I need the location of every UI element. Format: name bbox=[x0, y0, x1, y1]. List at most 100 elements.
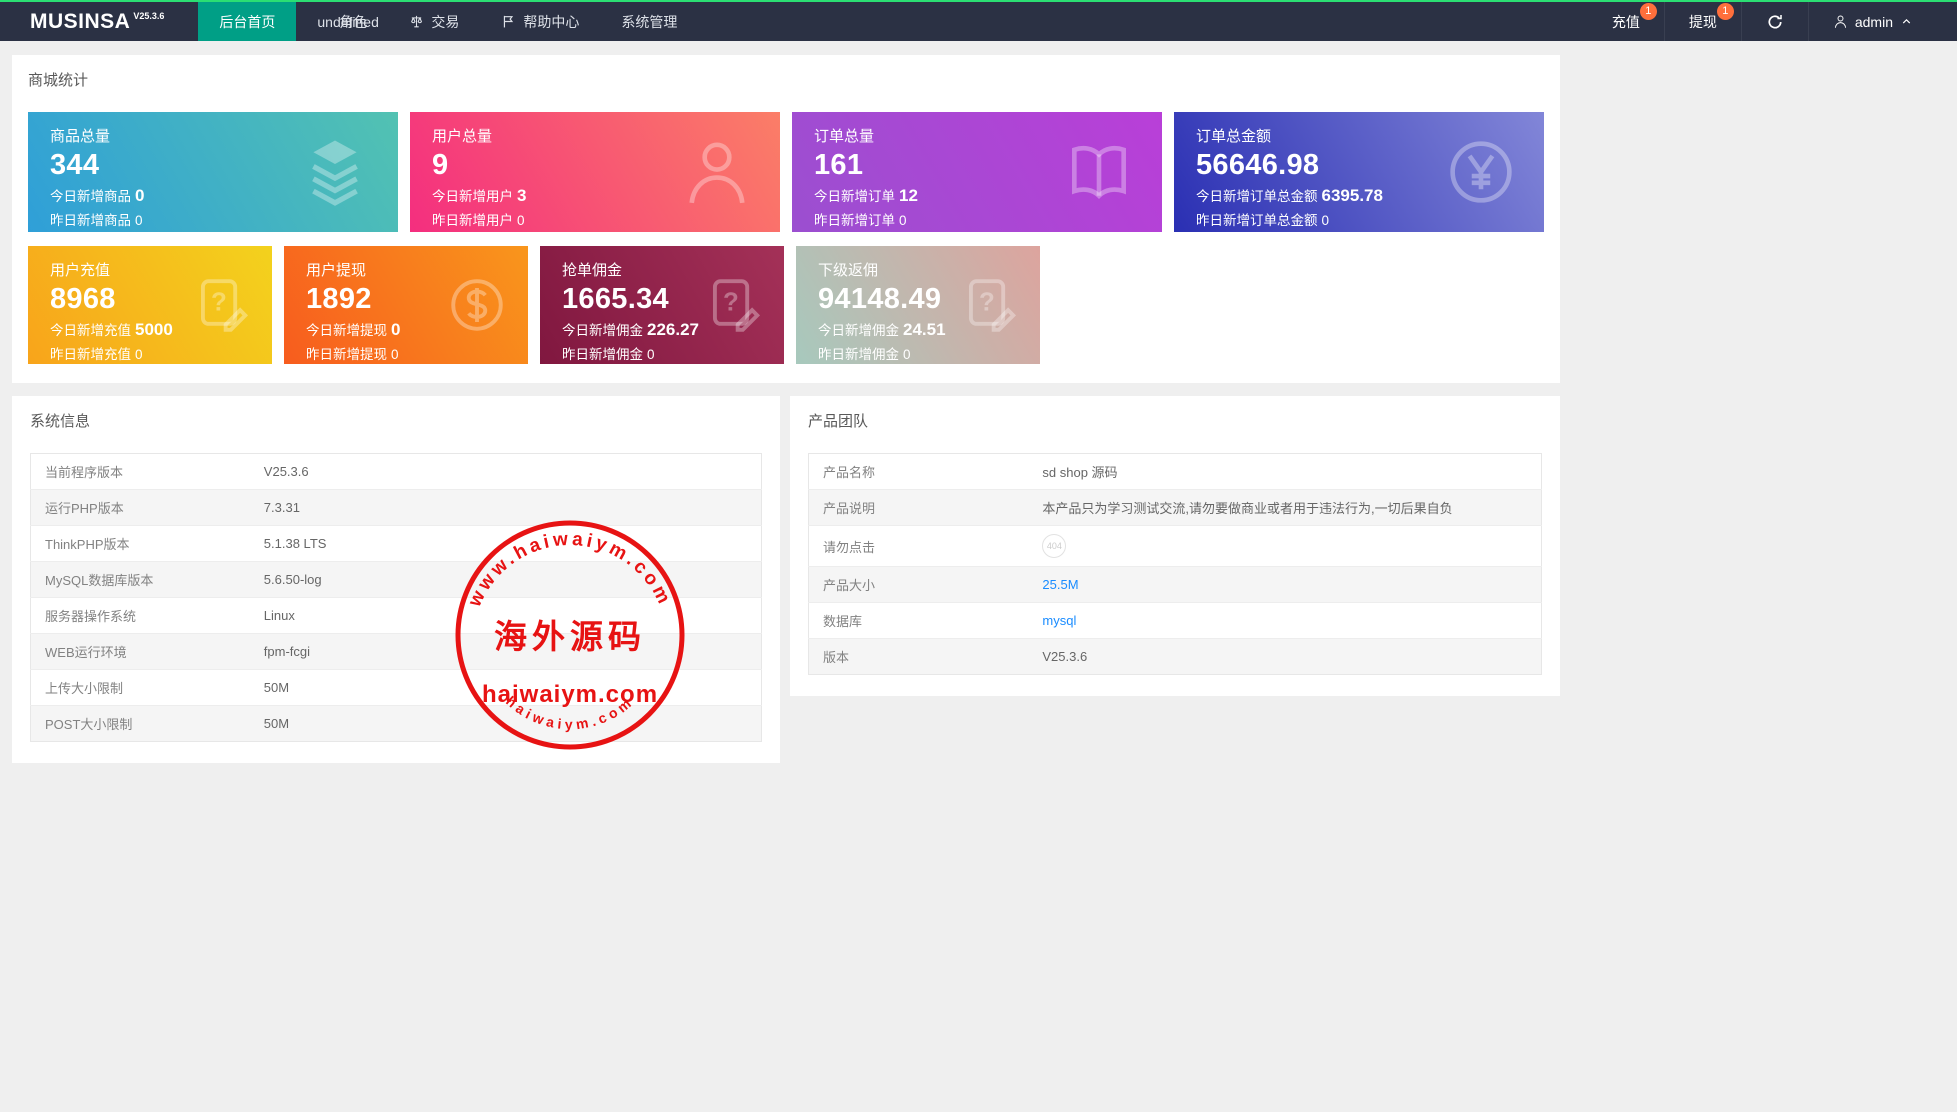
nav-action-1[interactable]: 提现1 bbox=[1664, 2, 1741, 41]
nav-action-label: 充值 bbox=[1612, 12, 1640, 32]
system-info-label: POST大小限制 bbox=[31, 706, 250, 742]
system-info-value: 50M bbox=[250, 706, 762, 742]
flag-icon bbox=[501, 14, 516, 29]
system-info-label: 运行PHP版本 bbox=[31, 490, 250, 526]
system-info-row-2: ThinkPHP版本5.1.38 LTS bbox=[31, 526, 762, 562]
system-info-row-0: 当前程序版本V25.3.6 bbox=[31, 454, 762, 490]
product-team-label: 数据库 bbox=[809, 603, 1029, 639]
system-info-value: 5.1.38 LTS bbox=[250, 526, 762, 562]
product-team-row-3: 产品大小 25.5M bbox=[809, 567, 1542, 603]
system-info-row-7: POST大小限制50M bbox=[31, 706, 762, 742]
system-info-value: 50M bbox=[250, 670, 762, 706]
stat-yesterday-label: 昨日新增订单总金额 bbox=[1196, 213, 1318, 228]
product-team-table: 产品名称sd shop 源码产品说明本产品只为学习测试交流,请勿要做商业或者用于… bbox=[808, 453, 1542, 675]
scales-icon bbox=[409, 14, 424, 29]
stat-card-sub-rebate: 下级返佣94148.49今日新增佣金24.51昨日新增佣金0? bbox=[796, 246, 1040, 364]
nav-right: 充值1提现1 admin bbox=[1588, 2, 1957, 41]
stat-today-label: 今日新增充值 bbox=[50, 323, 131, 338]
stat-today-label: 今日新增订单总金额 bbox=[1196, 189, 1318, 204]
stat-yesterday-line: 昨日新增商品 0 bbox=[50, 209, 398, 229]
refresh-icon bbox=[1766, 13, 1784, 31]
brand-logo[interactable]: MUSINSA V25.3.6 bbox=[0, 2, 198, 41]
product-team-value: 本产品只为学习测试交流,请勿要做商业或者用于违法行为,一切后果自负 bbox=[1028, 490, 1541, 526]
stat-yesterday-value: 0 bbox=[1322, 213, 1330, 228]
stat-yesterday-value: 0 bbox=[135, 213, 143, 228]
stat-today-label: 今日新增提现 bbox=[306, 323, 387, 338]
yen-icon bbox=[1444, 135, 1518, 209]
system-info-row-5: WEB运行环境fpm-fcgi bbox=[31, 634, 762, 670]
book-icon bbox=[1062, 135, 1136, 209]
stat-yesterday-value: 0 bbox=[647, 347, 655, 362]
stat-today-label: 今日新增佣金 bbox=[818, 323, 899, 338]
nav-action-0[interactable]: 充值1 bbox=[1588, 2, 1664, 41]
svg-text:?: ? bbox=[979, 289, 995, 317]
nav-item-4[interactable]: 系统管理 bbox=[600, 2, 698, 41]
stats-cards-row-2: 用户充值8968今日新增充值5000昨日新增充值0?用户提现1892今日新增提现… bbox=[28, 246, 1544, 364]
stat-card-order-total: 订单总量161今日新增订单12昨日新增订单0 bbox=[792, 112, 1162, 232]
stat-yesterday-label: 昨日新增商品 bbox=[50, 213, 131, 228]
stat-yesterday-label: 昨日新增订单 bbox=[814, 213, 895, 228]
stat-card-goods-total: 商品总量344今日新增商品0昨日新增商品0 bbox=[28, 112, 398, 232]
system-info-value: 7.3.31 bbox=[250, 490, 762, 526]
stat-today-value: 3 bbox=[517, 186, 526, 205]
notification-badge: 1 bbox=[1717, 3, 1734, 20]
system-info-label: 当前程序版本 bbox=[31, 454, 250, 490]
nav-action-label: 提现 bbox=[1689, 12, 1717, 32]
user-icon bbox=[1833, 14, 1848, 29]
stat-today-value: 5000 bbox=[135, 320, 173, 339]
product-team-row-0: 产品名称sd shop 源码 bbox=[809, 454, 1542, 490]
person-icon bbox=[680, 135, 754, 209]
nav-item-1[interactable]: undefined角色 bbox=[296, 2, 388, 41]
brand-version: V25.3.6 bbox=[133, 11, 164, 21]
stat-today-value: 226.27 bbox=[647, 320, 699, 339]
stat-yesterday-line: 昨日新增充值0 bbox=[50, 343, 272, 363]
navbar: MUSINSA V25.3.6 后台首页undefined角色交易 帮助中心 系统管… bbox=[0, 0, 1957, 41]
stat-today-value: 12 bbox=[899, 186, 918, 205]
stat-card-user-recharge: 用户充值8968今日新增充值5000昨日新增充值0? bbox=[28, 246, 272, 364]
system-info-label: 上传大小限制 bbox=[31, 670, 250, 706]
system-info-value: Linux bbox=[250, 598, 762, 634]
refresh-button[interactable] bbox=[1741, 2, 1808, 41]
stat-today-label: 今日新增用户 bbox=[432, 189, 513, 204]
user-menu[interactable]: admin bbox=[1808, 2, 1937, 41]
product-team-value-link[interactable]: 25.5M bbox=[1042, 577, 1078, 592]
system-info-label: WEB运行环境 bbox=[31, 634, 250, 670]
stat-today-label: 今日新增商品 bbox=[50, 189, 131, 204]
stat-today-value: 0 bbox=[135, 186, 144, 205]
system-info-label: ThinkPHP版本 bbox=[31, 526, 250, 562]
product-team-value: sd shop 源码 bbox=[1028, 454, 1541, 490]
stat-yesterday-label: 昨日新增佣金 bbox=[562, 347, 643, 362]
system-info-label: 服务器操作系统 bbox=[31, 598, 250, 634]
nav-menu: 后台首页undefined角色交易 帮助中心 系统管理 bbox=[198, 2, 698, 41]
user-name: admin bbox=[1855, 14, 1893, 30]
stat-card-user-withdraw: 用户提现1892今日新增提现0昨日新增提现0 bbox=[284, 246, 528, 364]
main-content: 商城统计 商品总量344今日新增商品0昨日新增商品0用户总量9今日新增用户3昨日… bbox=[12, 55, 1560, 763]
nav-item-2[interactable]: 交易 bbox=[388, 2, 480, 41]
stat-yesterday-value: 0 bbox=[135, 347, 143, 362]
system-info-row-6: 上传大小限制50M bbox=[31, 670, 762, 706]
stat-yesterday-label: 昨日新增用户 bbox=[432, 213, 513, 228]
nav-item-label: 帮助中心 bbox=[523, 12, 579, 32]
stat-yesterday-value: 0 bbox=[517, 213, 525, 228]
product-team-label: 产品名称 bbox=[809, 454, 1029, 490]
stat-yesterday-line: 昨日新增佣金0 bbox=[818, 343, 1040, 363]
stat-yesterday-value: 0 bbox=[903, 347, 911, 362]
nav-item-0[interactable]: 后台首页 bbox=[198, 2, 296, 41]
stat-today-value: 0 bbox=[391, 320, 400, 339]
product-team-panel: 产品团队 产品名称sd shop 源码产品说明本产品只为学习测试交流,请勿要做商… bbox=[790, 396, 1560, 696]
nav-item-3[interactable]: 帮助中心 bbox=[480, 2, 600, 41]
stat-yesterday-line: 昨日新增订单总金额 0 bbox=[1196, 209, 1544, 229]
nav-item-label: 角色 bbox=[339, 12, 367, 32]
system-info-table: 当前程序版本V25.3.6运行PHP版本7.3.31ThinkPHP版本5.1.… bbox=[30, 453, 762, 742]
product-team-row-2: 请勿点击404 bbox=[809, 526, 1542, 567]
product-team-value: V25.3.6 bbox=[1028, 639, 1541, 675]
product-team-title: 产品团队 bbox=[808, 410, 1542, 431]
badge-404[interactable]: 404 bbox=[1042, 534, 1066, 558]
product-team-label: 产品大小 bbox=[809, 567, 1029, 603]
nav-item-label: 系统管理 bbox=[621, 12, 677, 32]
stat-today-value: 24.51 bbox=[903, 320, 946, 339]
product-team-value-link[interactable]: mysql bbox=[1042, 613, 1076, 628]
stats-cards-row-1: 商品总量344今日新增商品0昨日新增商品0用户总量9今日新增用户3昨日新增用户0… bbox=[28, 112, 1544, 232]
contract-icon: ? bbox=[958, 274, 1020, 336]
product-team-row-4: 数据库 mysql bbox=[809, 603, 1542, 639]
